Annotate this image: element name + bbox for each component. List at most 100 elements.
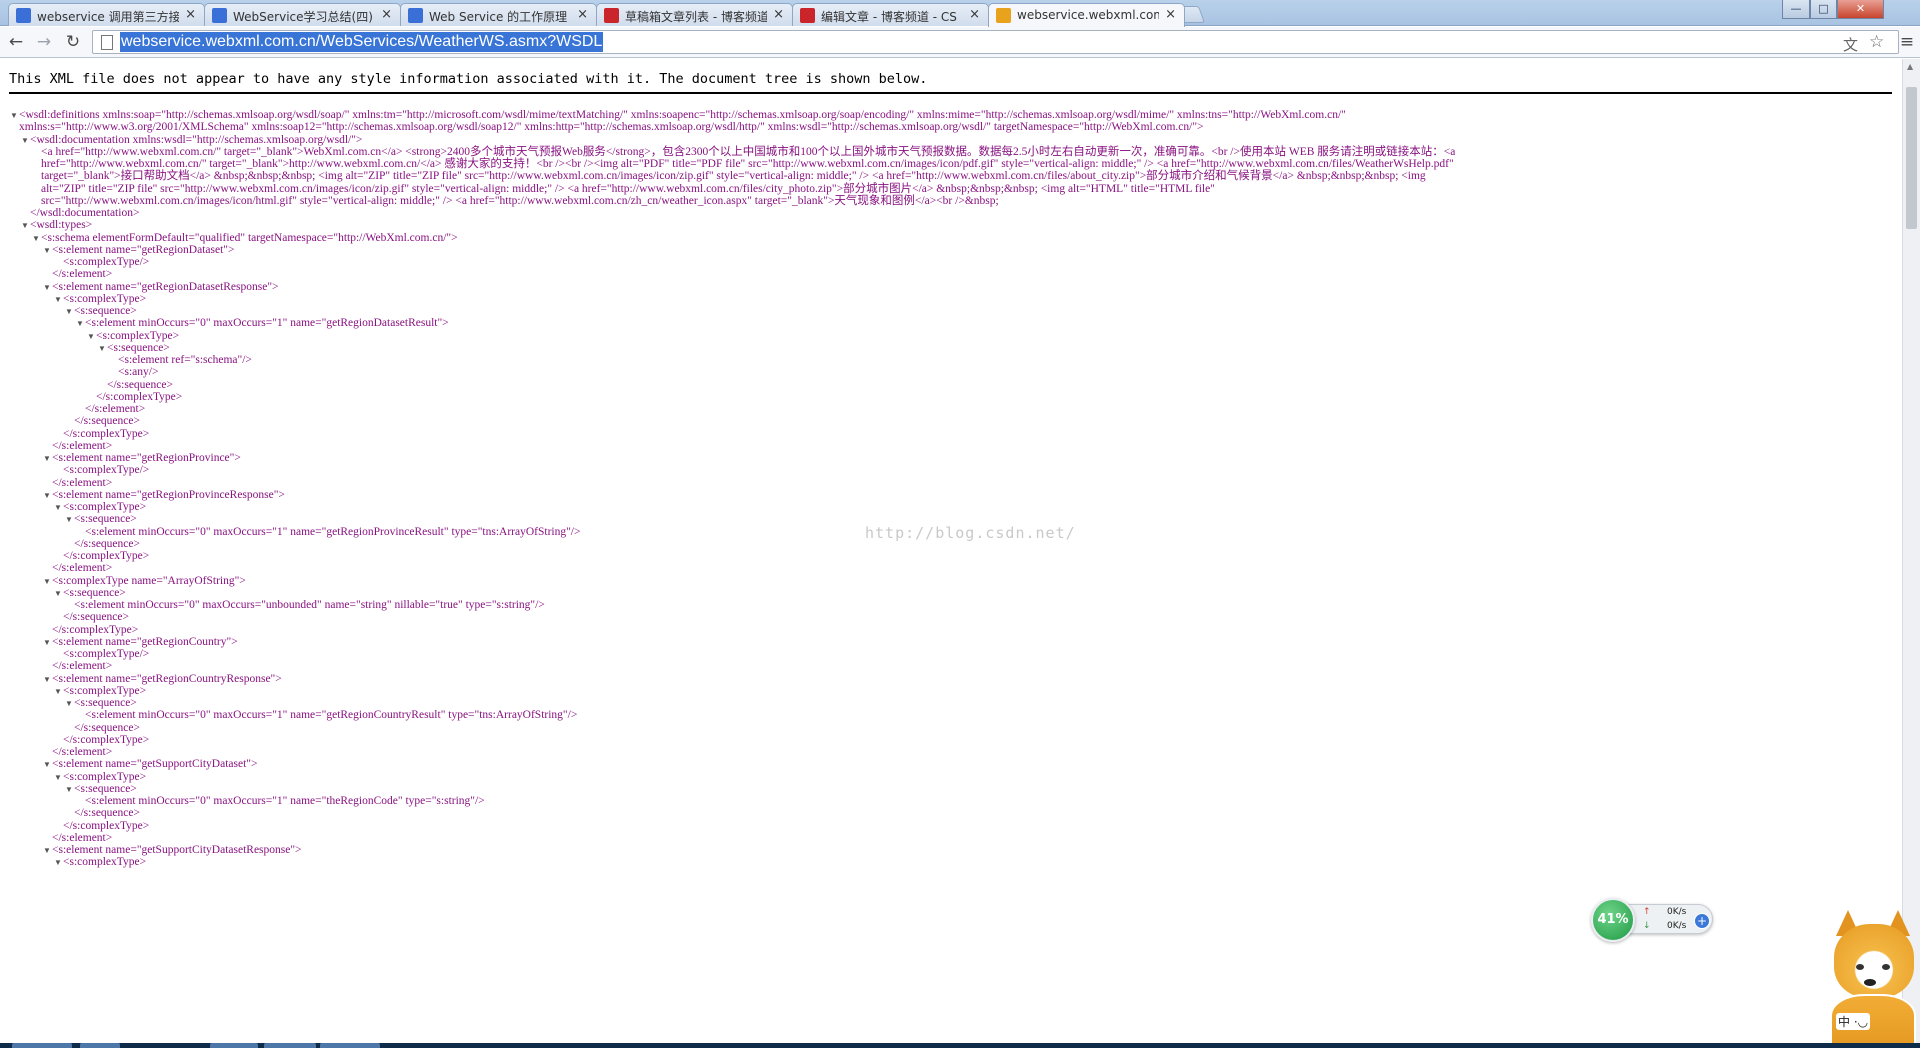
taskbar-item[interactable]: [264, 1043, 316, 1048]
collapse-toggle-icon[interactable]: ▼: [9, 108, 19, 123]
watermark: http://blog.csdn.net/: [865, 524, 1076, 542]
collapse-toggle-icon[interactable]: ▼: [53, 500, 63, 515]
browser-tab[interactable]: webservice.webxml.com ×: [988, 3, 1185, 27]
toolbar: ← → ↻ webservice.webxml.com.cn/WebServic…: [0, 27, 1920, 58]
xml-line-text: </s:element>: [52, 439, 113, 452]
tab-close-icon[interactable]: ×: [773, 7, 784, 22]
xml-line-text: </s:complexType>: [63, 550, 150, 562]
xml-line-text: </s:element>: [52, 562, 113, 575]
collapse-toggle-icon[interactable]: ▼: [42, 757, 52, 772]
xml-line-text: <s:complexType>: [63, 292, 147, 305]
collapse-toggle-icon[interactable]: ▼: [86, 329, 96, 344]
xml-line-text: <s:element name="getRegionCountry">: [52, 635, 238, 648]
scroll-up-icon[interactable]: ▲: [1907, 62, 1913, 71]
tab-strip: — □ ✕ webservice 调用第三方接 × WebService学习总结(四…: [0, 0, 1920, 27]
collapse-toggle-icon[interactable]: ▼: [31, 231, 41, 246]
tab-title: WebService学习总结(四): [233, 10, 373, 24]
xml-line: <s:element minOccurs="0" maxOccurs="1" n…: [85, 794, 485, 809]
collapse-toggle-icon[interactable]: ▼: [64, 304, 74, 319]
xml-line-text: <s:element name="getRegionProvinceRespon…: [52, 488, 285, 501]
collapse-toggle-icon[interactable]: ▼: [53, 586, 63, 601]
xml-line-text: <s:sequence>: [63, 586, 126, 599]
collapse-toggle-icon[interactable]: ▼: [42, 635, 52, 650]
collapse-toggle-icon[interactable]: ▼: [42, 488, 52, 503]
bookmark-star-icon[interactable]: ☆: [1869, 32, 1884, 52]
maximize-button[interactable]: □: [1810, 0, 1837, 19]
menu-icon[interactable]: ≡: [1896, 31, 1918, 53]
collapse-toggle-icon[interactable]: ▼: [97, 341, 107, 356]
xml-line-text: <s:sequence>: [74, 513, 137, 526]
tab-close-icon[interactable]: ×: [1165, 7, 1176, 22]
mascot-nose: [1864, 979, 1876, 986]
collapse-toggle-icon[interactable]: ▼: [53, 855, 63, 870]
xml-line: <s:element minOccurs="0" maxOccurs="unbo…: [74, 598, 545, 613]
forward-button[interactable]: →: [33, 31, 55, 53]
widget-plus-icon[interactable]: +: [1694, 913, 1710, 929]
memory-gauge[interactable]: 41%: [1591, 898, 1635, 942]
xml-line-text: </s:element>: [52, 660, 113, 673]
collapse-toggle-icon[interactable]: ▼: [42, 843, 52, 858]
browser-tab[interactable]: webservice 调用第三方接 ×: [8, 3, 205, 26]
tab-close-icon[interactable]: ×: [577, 7, 588, 22]
mascot-eye: [1856, 964, 1864, 970]
xml-line-text: </s:element>: [52, 831, 113, 844]
collapse-toggle-icon[interactable]: ▼: [64, 696, 74, 711]
mascot-eye: [1882, 964, 1890, 970]
network-speed-widget[interactable]: 41% ↑ ↓ 0K/s 0K/s +: [1591, 898, 1715, 942]
xml-line-text: </s:complexType>: [52, 623, 139, 636]
doge-mascot[interactable]: 中 ·◡: [1822, 910, 1920, 1048]
xml-line-text: <wsdl:types>: [30, 219, 93, 232]
tab-title: webservice.webxml.com: [1017, 8, 1159, 22]
tab-close-icon[interactable]: ×: [185, 7, 196, 22]
collapse-toggle-icon[interactable]: ▼: [42, 672, 52, 687]
address-bar[interactable]: webservice.webxml.com.cn/WebServices/Wea…: [92, 30, 1899, 54]
vertical-scrollbar[interactable]: ▲: [1902, 59, 1920, 1048]
xml-line: <s:element minOccurs="0" maxOccurs="1" n…: [85, 525, 580, 540]
xml-line-text: </s:sequence>: [74, 721, 140, 734]
collapse-toggle-icon[interactable]: ▼: [75, 316, 85, 331]
minimize-button[interactable]: —: [1782, 0, 1810, 19]
taskbar-item[interactable]: [320, 1043, 380, 1048]
collapse-toggle-icon[interactable]: ▼: [20, 218, 30, 233]
xml-line-text: <s:complexType>: [63, 770, 147, 783]
close-window-button[interactable]: ✕: [1837, 0, 1884, 19]
xml-line-text: <s:complexType>: [96, 329, 180, 342]
tab-close-icon[interactable]: ×: [969, 7, 980, 22]
xml-line-text: <s:complexType/>: [63, 256, 150, 268]
browser-tab[interactable]: 编辑文章 - 博客频道 - CS ×: [792, 3, 989, 26]
collapse-toggle-icon[interactable]: ▼: [53, 770, 63, 785]
taskbar-item[interactable]: [210, 1043, 258, 1048]
collapse-toggle-icon[interactable]: ▼: [20, 133, 30, 148]
browser-tab[interactable]: WebService学习总结(四) ×: [204, 3, 401, 26]
collapse-toggle-icon[interactable]: ▼: [64, 782, 74, 797]
xml-line-text: </s:sequence>: [74, 537, 140, 550]
xml-line-text: <s:complexType>: [63, 684, 147, 697]
taskbar-item[interactable]: [80, 1043, 120, 1048]
collapse-toggle-icon[interactable]: ▼: [42, 451, 52, 466]
collapse-toggle-icon[interactable]: ▼: [53, 292, 63, 307]
back-button[interactable]: ←: [5, 31, 27, 53]
xml-line-text: <s:complexType/>: [63, 464, 150, 477]
reload-button[interactable]: ↻: [62, 31, 84, 53]
collapse-toggle-icon[interactable]: ▼: [42, 243, 52, 258]
tab-close-icon[interactable]: ×: [381, 7, 392, 22]
xml-line-text: <s:schema elementFormDefault="qualified"…: [41, 231, 458, 244]
scrollbar-thumb[interactable]: [1906, 87, 1917, 229]
start-button[interactable]: [12, 1043, 72, 1048]
collapse-toggle-icon[interactable]: ▼: [64, 512, 74, 527]
browser-tab[interactable]: 草稿箱文章列表 - 博客频道 ×: [596, 3, 793, 26]
translate-icon[interactable]: 文: [1843, 34, 1858, 55]
browser-tab[interactable]: Web Service 的工作原理 ×: [400, 3, 597, 26]
collapse-toggle-icon[interactable]: ▼: [53, 684, 63, 699]
xml-line-text: <s:element minOccurs="0" maxOccurs="1" n…: [85, 795, 485, 807]
xml-line[interactable]: ▼<s:complexType>: [53, 855, 146, 870]
url-text[interactable]: webservice.webxml.com.cn/WebServices/Wea…: [120, 32, 604, 52]
tab-title: 编辑文章 - 博客频道 - CS: [821, 10, 957, 24]
collapse-toggle-icon[interactable]: ▼: [42, 574, 52, 589]
xml-line-text: </s:complexType>: [96, 390, 183, 403]
xml-line-text: <a href="http://www.webxml.com.cn/" targ…: [41, 145, 1456, 158]
xml-line-text: <s:complexType>: [63, 501, 147, 513]
collapse-toggle-icon[interactable]: ▼: [42, 280, 52, 295]
xml-line-text: </s:element>: [52, 476, 113, 489]
tab-favicon-icon: [212, 8, 227, 23]
